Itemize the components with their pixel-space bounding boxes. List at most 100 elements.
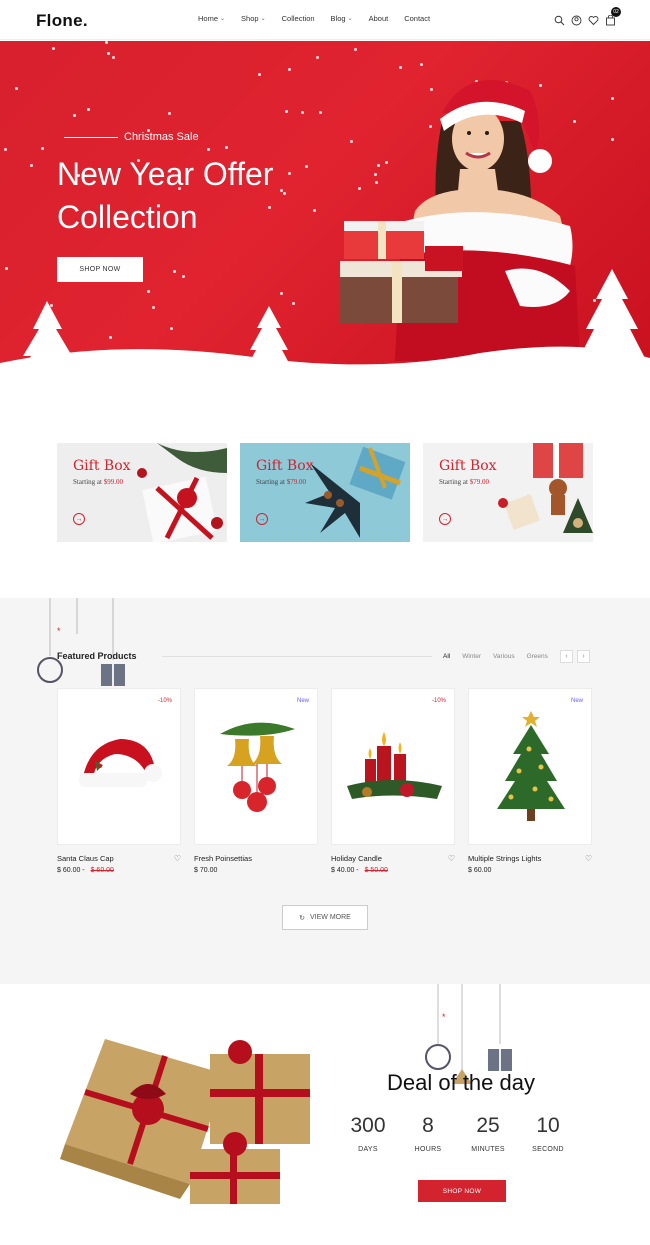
banner-subtitle: Starting at $79.00 [439, 478, 489, 486]
category-banners: Gift Box Starting at $99.00 → Gift Box S… [57, 443, 593, 542]
gift-box-image [498, 443, 593, 533]
tab-greens[interactable]: Greens [527, 653, 548, 660]
main-nav: Home ⌄ Shop ⌄ Collection Blog ⌄ About Conta… [198, 14, 446, 23]
carousel-arrows: ‹ › [560, 650, 590, 663]
nav-blog[interactable]: Blog ⌄ [331, 14, 353, 23]
product-image-card[interactable]: -10% [331, 688, 455, 845]
product-price: $ 60.00 [57, 867, 81, 874]
wishlist-heart-icon[interactable]: ♡ [585, 854, 592, 863]
section-title: Featured Products [57, 651, 137, 661]
banner-price: $79.00 [286, 478, 306, 486]
cart-count-badge: 02 [611, 7, 621, 17]
santa-hat-image [79, 739, 162, 787]
hero-shop-now-button[interactable]: SHOP NOW [57, 257, 143, 282]
nav-about[interactable]: About [369, 14, 389, 23]
candles-image [347, 732, 442, 799]
tab-winter[interactable]: Winter [462, 653, 481, 660]
product-name[interactable]: Multiple Strings Lights [468, 854, 541, 863]
snowflake [354, 48, 357, 51]
nav-home-label: Home [198, 14, 219, 23]
snowflake [170, 327, 173, 330]
arrow-right-icon[interactable]: → [439, 513, 451, 525]
tree-icon [576, 269, 648, 364]
gift-box-banner[interactable]: Gift Box Starting at $79.00 → [423, 443, 593, 542]
product-price-row: $ 60.00 [468, 867, 592, 874]
snowflake [258, 73, 261, 76]
refresh-icon: ↻ [299, 914, 306, 922]
product-image-card[interactable]: New [194, 688, 318, 845]
chevron-down-icon: ⌄ [347, 16, 353, 22]
view-more-button[interactable]: ↻ VIEW MORE [282, 905, 368, 930]
view-more-label: VIEW MORE [310, 914, 351, 921]
banner-subtitle: Starting at $79.00 [256, 478, 306, 486]
nav-contact[interactable]: Contact [404, 14, 430, 23]
product-price: $ 60.00 [468, 867, 492, 874]
nav-home[interactable]: Home ⌄ [198, 14, 225, 23]
product-image-card[interactable]: -10% [57, 688, 181, 845]
search-icon[interactable] [554, 13, 565, 26]
countdown-minutes: 25 MINUTES [458, 1114, 518, 1153]
product-price-row: $ 40.00 - $ 50.00 [331, 867, 388, 874]
gift-box-banner[interactable]: Gift Box Starting at $79.00 → [240, 443, 410, 542]
arrow-right-icon[interactable]: → [73, 513, 85, 525]
deal-shop-now-button[interactable]: SHOP NOW [418, 1180, 506, 1202]
snowflake [15, 87, 18, 90]
gift-boxes-image [60, 1039, 310, 1204]
subtitle-line [64, 136, 118, 138]
nav-blog-label: Blog [330, 14, 346, 23]
snow-landscape-decoration [0, 346, 650, 391]
product-info-row: Fresh Poinsettias [194, 854, 318, 863]
banner-title: Gift Box [73, 458, 131, 474]
product-name[interactable]: Santa Claus Cap [57, 854, 114, 863]
snowflake [30, 164, 33, 167]
arrow-right-icon[interactable]: → [256, 513, 268, 525]
product-image-card[interactable]: New [468, 688, 592, 845]
wishlist-heart-icon[interactable]: ♡ [174, 854, 181, 863]
product-name[interactable]: Holiday Candle [331, 854, 382, 863]
account-icon[interactable] [571, 13, 582, 26]
snowflake [87, 108, 90, 111]
snowflake [152, 306, 155, 309]
snowflake [182, 275, 185, 278]
site-header: Flone. Home ⌄ Shop ⌄ Collection Blog ⌄ Abou… [0, 0, 650, 40]
snowflake [611, 138, 614, 141]
tab-all[interactable]: All [443, 653, 450, 660]
nav-shop-label: Shop [241, 14, 259, 23]
hanging-ornaments-decoration: * [37, 598, 125, 686]
hero-slider: Christmas Sale New Year Offer Collection… [0, 41, 650, 391]
cart-icon[interactable]: 02 [605, 7, 621, 26]
hero-subtitle: Christmas Sale [64, 131, 199, 143]
snowflake [112, 56, 115, 59]
chevron-right-icon[interactable]: › [577, 650, 590, 663]
tab-various[interactable]: Various [493, 653, 515, 660]
countdown-seconds: 10 SECOND [518, 1114, 578, 1153]
product-old-price: $ 60.00 [90, 867, 114, 874]
product-name[interactable]: Fresh Poinsettias [194, 854, 252, 863]
heart-icon[interactable] [588, 13, 599, 26]
countdown-timer: 300 DAYS 8 HOURS 25 MINUTES 10 SECOND [338, 1114, 578, 1153]
snowflake [225, 146, 228, 149]
wishlist-heart-icon[interactable]: ♡ [448, 854, 455, 863]
nav-shop[interactable]: Shop ⌄ [241, 14, 266, 23]
nav-collection[interactable]: Collection [282, 14, 315, 23]
svg-text:*: * [57, 626, 61, 636]
countdown-days: 300 DAYS [338, 1114, 398, 1153]
gift-box-banner[interactable]: Gift Box Starting at $99.00 → [57, 443, 227, 542]
product-card: New Fresh Poinsettias $ 70.00 [194, 688, 318, 874]
product-old-price: $ 50.00 [364, 867, 388, 874]
tree-icon [242, 306, 296, 376]
hero-title: New Year Offer Collection [57, 156, 274, 235]
featured-products-section: * Featured Products All Winter Various G… [0, 598, 650, 984]
snowflake [52, 47, 55, 50]
banner-title: Gift Box [256, 458, 314, 474]
bells-ornament-image [220, 722, 295, 812]
chevron-left-icon[interactable]: ‹ [560, 650, 573, 663]
logo[interactable]: Flone. [36, 11, 88, 31]
header-actions: 02 [554, 7, 621, 26]
product-info-row: Holiday Candle ♡ [331, 854, 455, 863]
snowflake [107, 52, 110, 55]
snowflake [319, 111, 322, 114]
snowflake [285, 110, 288, 113]
chevron-down-icon: ⌄ [260, 16, 266, 22]
new-badge: New [570, 698, 583, 704]
